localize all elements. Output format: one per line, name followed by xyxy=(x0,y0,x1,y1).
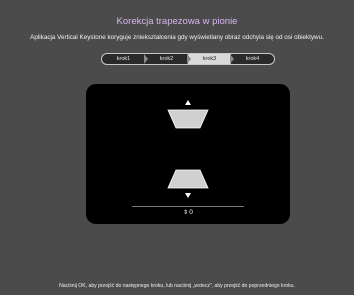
trapezoid-top-shape xyxy=(167,109,209,129)
page-title: Korekcja trapezowa w pionie xyxy=(116,16,238,27)
down-arrow-icon xyxy=(185,193,191,198)
step-separator-icon xyxy=(187,54,191,64)
trapezoid-bottom-icon[interactable] xyxy=(167,168,209,200)
keystone-screen: Korekcja trapezowa w pionie Aplikacja Ve… xyxy=(0,0,354,295)
step-indicator: krok1 krok2 krok3 krok4 xyxy=(101,53,275,65)
keystone-value: 0 xyxy=(189,209,193,216)
footer-hint: Naciśnij OK, aby przejść do następnego k… xyxy=(59,283,295,289)
updown-adjust-icon: ⇕ xyxy=(183,210,189,216)
step-4[interactable]: krok4 xyxy=(231,54,274,64)
divider xyxy=(132,206,244,207)
up-arrow-icon xyxy=(185,100,191,105)
page-description: Aplikacja Vertical Keystone koryguje zni… xyxy=(30,34,324,41)
step-2[interactable]: krok2 xyxy=(145,54,188,64)
trapezoid-bottom-shape xyxy=(167,169,209,189)
step-separator-icon xyxy=(144,54,148,64)
trapezoid-top-icon[interactable] xyxy=(167,98,209,130)
step-3-active[interactable]: krok3 xyxy=(188,54,231,64)
keystone-value-display[interactable]: ⇕0 xyxy=(166,209,210,216)
keystone-preview-panel: ⇕0 xyxy=(86,84,290,224)
step-1[interactable]: krok1 xyxy=(102,54,145,64)
step-separator-icon xyxy=(230,54,234,64)
